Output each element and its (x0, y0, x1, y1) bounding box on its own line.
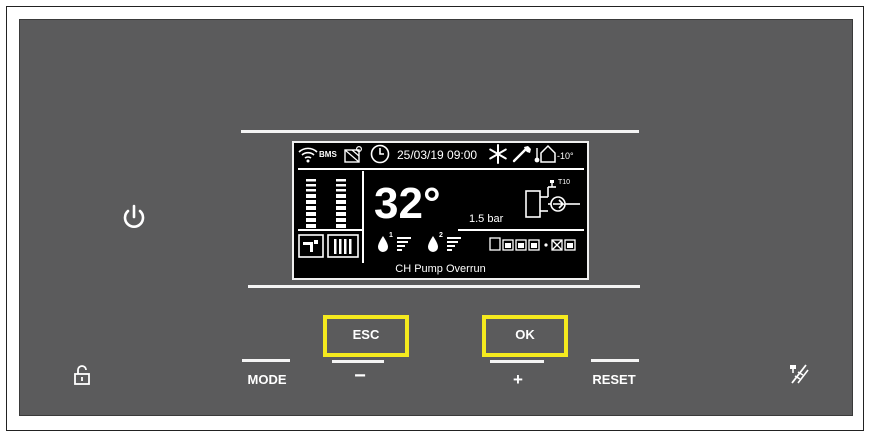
dhw-level: 1 (389, 232, 393, 239)
snowflake-icon (489, 144, 507, 164)
reset-button[interactable]: RESET (586, 372, 642, 387)
bottom-display-line (248, 285, 640, 288)
boiler-temperature: 32° (374, 179, 441, 228)
power-icon[interactable] (120, 203, 148, 231)
esc-underline (332, 360, 384, 363)
ch-flame-icon (428, 236, 438, 252)
clock-icon (370, 144, 390, 164)
minus-button[interactable]: − (338, 365, 382, 388)
status-divider (298, 168, 584, 170)
unlock-icon[interactable] (73, 365, 91, 385)
ch-flow-icon (447, 237, 461, 251)
chimney-sweep-icon[interactable] (788, 363, 810, 385)
esc-button[interactable]: ESC (323, 327, 409, 342)
left-vertical-divider (362, 171, 364, 263)
heat-pump-icon (525, 180, 580, 218)
center-divider (458, 229, 584, 231)
outdoor-temp: -10° (557, 151, 574, 161)
datetime: 25/03/19 09:00 (397, 148, 478, 162)
wifi-icon (298, 147, 318, 163)
zone-status-icon (489, 237, 576, 251)
status-message: CH Pump Overrun (395, 263, 486, 275)
ch-level: 2 (439, 232, 443, 239)
mode-underline (242, 359, 290, 362)
left-horizontal-divider (298, 229, 364, 231)
lcd-display: BMS 25/03/19 09:00 -10° 32° 1.5 bar T10 … (292, 141, 589, 280)
ok-button[interactable]: OK (482, 327, 568, 342)
ok-underline (490, 360, 544, 363)
radiator-icon (327, 234, 359, 258)
house-temp-icon (534, 144, 556, 163)
reset-underline (591, 359, 639, 362)
circuit-label: T10 (558, 179, 571, 186)
bms-label: BMS (319, 150, 337, 159)
dhw-flame-icon (378, 236, 388, 252)
system-pressure: 1.5 bar (469, 213, 504, 225)
solar-icon (344, 145, 363, 163)
mode-button[interactable]: MODE (240, 372, 294, 387)
tap-icon (298, 234, 324, 258)
dhw-flow-icon (397, 237, 411, 251)
wrench-icon (512, 146, 531, 163)
radiator-bars-icon (306, 179, 346, 228)
top-display-line (241, 130, 639, 133)
plus-button[interactable]: + (496, 370, 540, 390)
